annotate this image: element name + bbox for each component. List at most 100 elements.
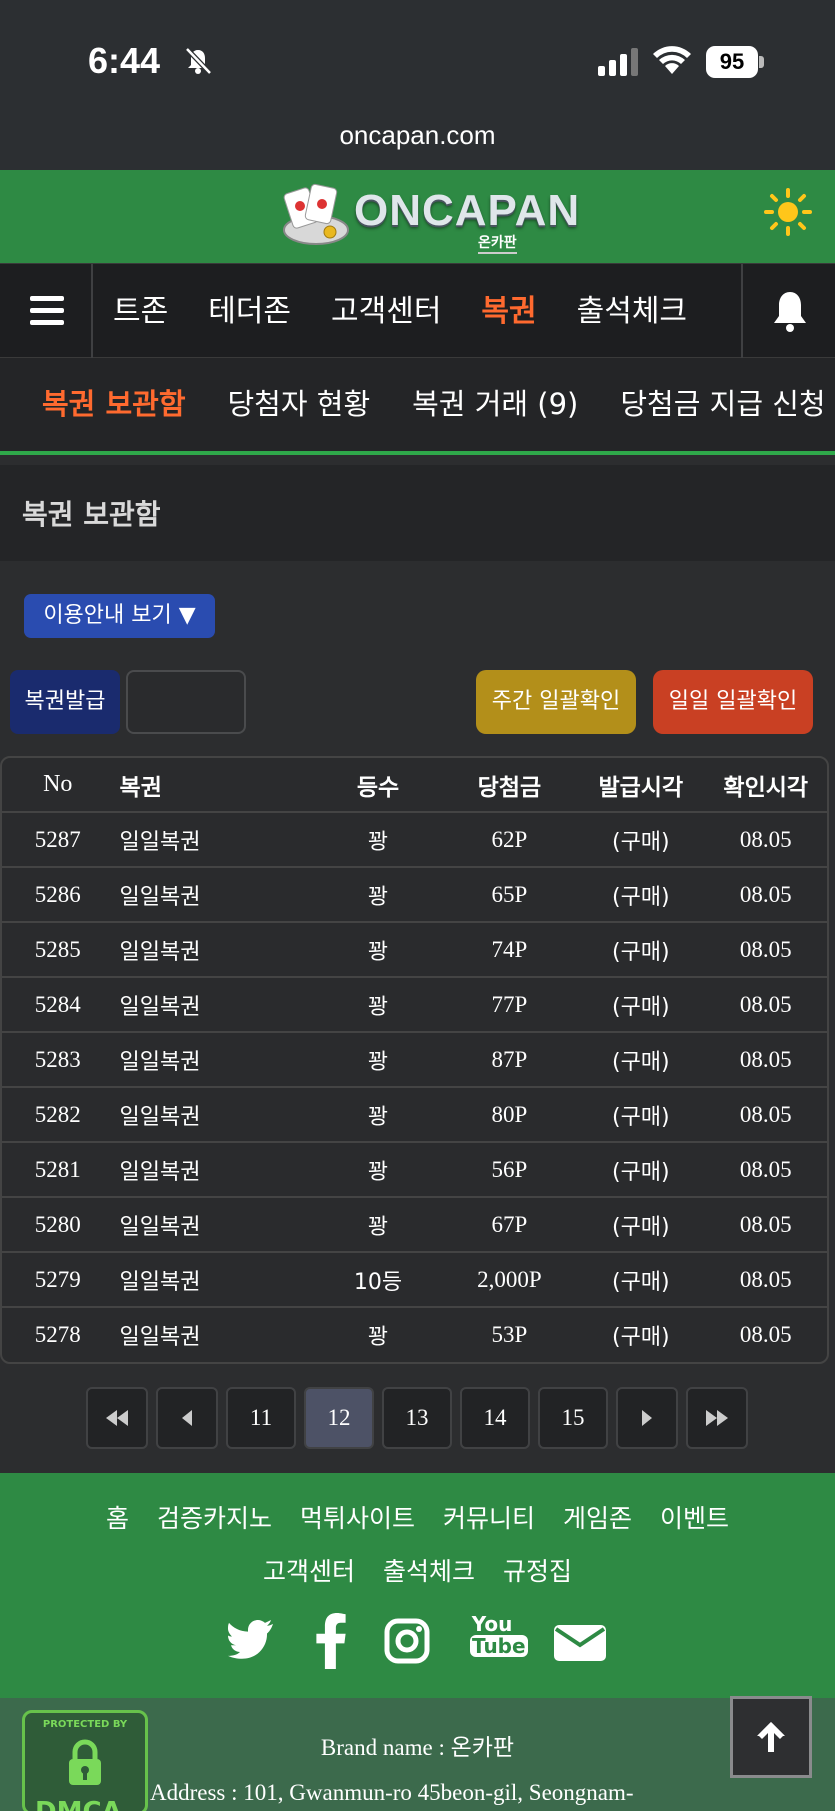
cell-no: 5285 xyxy=(2,922,114,978)
nav-item-customer-center[interactable]: 고객센터 xyxy=(331,264,441,359)
cell-rank: 꽝 xyxy=(314,1087,442,1143)
bell-icon xyxy=(774,292,806,332)
footer-link-home[interactable]: 홈 xyxy=(106,1499,129,1535)
twitter-icon[interactable] xyxy=(228,1613,274,1669)
cell-issued: (구매) xyxy=(577,1032,705,1088)
site-logo[interactable]: ONCAPAN 온카판 xyxy=(278,180,579,254)
usage-guide-button[interactable]: 이용안내 보기 ▼ xyxy=(24,594,215,638)
hamburger-menu-button[interactable] xyxy=(0,264,93,359)
cell-issued: (구매) xyxy=(611,1325,670,1350)
page-button-15[interactable]: 15 xyxy=(538,1387,608,1449)
footer-link-game-zone[interactable]: 게임존 xyxy=(563,1499,632,1535)
double-chevron-right-icon xyxy=(706,1410,728,1426)
cell-checked: 08.05 xyxy=(704,922,827,978)
footer-link-community[interactable]: 커뮤니티 xyxy=(443,1499,535,1535)
cell-no: 5283 xyxy=(2,1032,114,1088)
cell-prize: 53P xyxy=(491,1322,528,1347)
dmca-logo-text: DMCA xyxy=(35,1797,122,1811)
table-row: 5280 일일복권 꽝 67P (구매) 08.05 xyxy=(2,1197,827,1253)
instagram-icon[interactable] xyxy=(384,1613,430,1669)
table-row: 5286 일일복권 꽝 65P (구매) 08.05 xyxy=(2,867,827,923)
youtube-icon[interactable]: You Tube xyxy=(470,1613,528,1669)
first-page-button[interactable] xyxy=(86,1387,148,1449)
col-header-issued: 발급시각 xyxy=(577,758,705,813)
cell-prize: 87P xyxy=(441,1032,578,1088)
weekly-batch-check-button[interactable]: 주간 일괄확인 xyxy=(476,670,636,734)
subnav-lottery-box[interactable]: 복권 보관함 xyxy=(42,358,186,450)
double-chevron-left-icon xyxy=(106,1410,128,1426)
cell-checked: 08.05 xyxy=(704,977,827,1033)
footer-link-rules[interactable]: 규정집 xyxy=(503,1552,572,1588)
col-header-rank: 등수 xyxy=(314,758,442,813)
cell-lottery: 일일복권 xyxy=(113,812,315,868)
footer-link-scam-sites[interactable]: 먹튀사이트 xyxy=(300,1499,415,1535)
cell-lottery: 일일복권 xyxy=(113,977,315,1033)
notification-button[interactable] xyxy=(741,264,835,359)
cell-issued: (구매) xyxy=(577,867,705,923)
nav-item-trzone[interactable]: 트존 xyxy=(113,264,168,359)
lottery-table: No 복권 등수 당첨금 발급시각 확인시각 5287 일일복권 꽝 62P (구매) 0… xyxy=(0,756,829,1364)
cell-rank: 꽝 xyxy=(314,1197,442,1253)
table-row: 5278 일일복권 꽝 53P (구매) 08.05 xyxy=(2,1307,827,1362)
cell-no: 5280 xyxy=(2,1197,114,1253)
col-header-lottery: 복권 xyxy=(113,758,315,813)
cell-prize: 80P xyxy=(441,1087,578,1143)
cell-issued: (구매) xyxy=(577,1087,705,1143)
address-bar-url[interactable]: oncapan.com xyxy=(0,120,835,151)
table-header-row: No 복권 등수 당첨금 발급시각 확인시각 xyxy=(2,758,827,813)
prev-page-button[interactable] xyxy=(156,1387,218,1449)
lottery-subnav: 복권 보관함 당첨자 현황 복권 거래 (9) 당첨금 지급 신청 xyxy=(0,358,835,455)
cell-checked: 08.05 xyxy=(704,1197,827,1253)
page-button-11[interactable]: 11 xyxy=(226,1387,296,1449)
footer-link-events[interactable]: 이벤트 xyxy=(660,1499,729,1535)
cell-prize: 74P xyxy=(441,922,578,978)
cell-lottery: 일일복권 xyxy=(113,922,315,978)
cell-rank: 꽝 xyxy=(314,1142,442,1198)
issue-lottery-button[interactable]: 복권발급 xyxy=(10,670,120,734)
next-page-button[interactable] xyxy=(616,1387,678,1449)
cell-rank: 10등 xyxy=(314,1252,442,1308)
cell-rank: 꽝 xyxy=(314,1032,442,1088)
facebook-icon[interactable] xyxy=(316,1613,346,1669)
last-page-button[interactable] xyxy=(686,1387,748,1449)
table-row: 5279 일일복권 10등 2,000P (구매) 08.05 xyxy=(2,1252,827,1308)
table-row: 5281 일일복권 꽝 56P (구매) 08.05 xyxy=(2,1142,827,1198)
footer-link-customer-center[interactable]: 고객센터 xyxy=(263,1552,355,1588)
daily-batch-check-button[interactable]: 일일 일괄확인 xyxy=(653,670,813,734)
cell-issued: (구매) xyxy=(577,1142,705,1198)
page-button-12-current[interactable]: 12 xyxy=(304,1387,374,1449)
footer-links-row-2: 고객센터 출석체크 규정집 xyxy=(0,1552,835,1588)
nav-item-attendance[interactable]: 출석체크 xyxy=(577,264,687,359)
cell-issued: (구매) xyxy=(577,922,705,978)
nav-item-tether-zone[interactable]: 테더존 xyxy=(208,264,291,359)
page-button-13[interactable]: 13 xyxy=(382,1387,452,1449)
chevron-left-icon xyxy=(182,1410,192,1426)
subnav-lottery-trade[interactable]: 복권 거래 (9) xyxy=(412,358,578,450)
cell-prize: 62P xyxy=(441,812,578,868)
nav-items: 트존 테더존 고객센터 복권 출석체크 xyxy=(93,264,741,359)
subnav-winners[interactable]: 당첨자 현황 xyxy=(228,358,371,450)
footer-link-attendance[interactable]: 출석체크 xyxy=(383,1552,475,1588)
footer-link-verified-casino[interactable]: 검증카지노 xyxy=(157,1499,272,1535)
bell-muted-icon xyxy=(185,47,212,75)
battery-level: 95 xyxy=(706,46,758,78)
cell-checked: 08.05 xyxy=(704,1087,827,1143)
footer-links-row-1: 홈 검증카지노 먹튀사이트 커뮤니티 게임존 이벤트 xyxy=(0,1499,835,1535)
page-button-14[interactable]: 14 xyxy=(460,1387,530,1449)
cell-rank: 꽝 xyxy=(314,867,442,923)
scroll-to-top-button[interactable] xyxy=(730,1696,812,1778)
page-title-bar: 복권 보관함 xyxy=(0,465,835,561)
cell-issued: (구매) xyxy=(577,1197,705,1253)
cell-checked: 08.05 xyxy=(704,1252,827,1308)
issue-quantity-input[interactable] xyxy=(126,670,246,734)
subnav-prize-request[interactable]: 당첨금 지급 신청 xyxy=(620,358,825,450)
theme-toggle-sun-icon[interactable] xyxy=(764,188,812,236)
brand-name: Brand name : 온카판 xyxy=(320,1735,515,1760)
logo-text: ONCAPAN xyxy=(354,186,581,235)
arrow-up-icon xyxy=(757,1722,785,1752)
email-icon[interactable] xyxy=(554,1613,606,1669)
cell-rank: 꽝 xyxy=(314,922,442,978)
cell-checked: 08.05 xyxy=(704,1142,827,1198)
chevron-right-icon xyxy=(642,1410,652,1426)
nav-item-lottery[interactable]: 복권 xyxy=(481,264,536,359)
